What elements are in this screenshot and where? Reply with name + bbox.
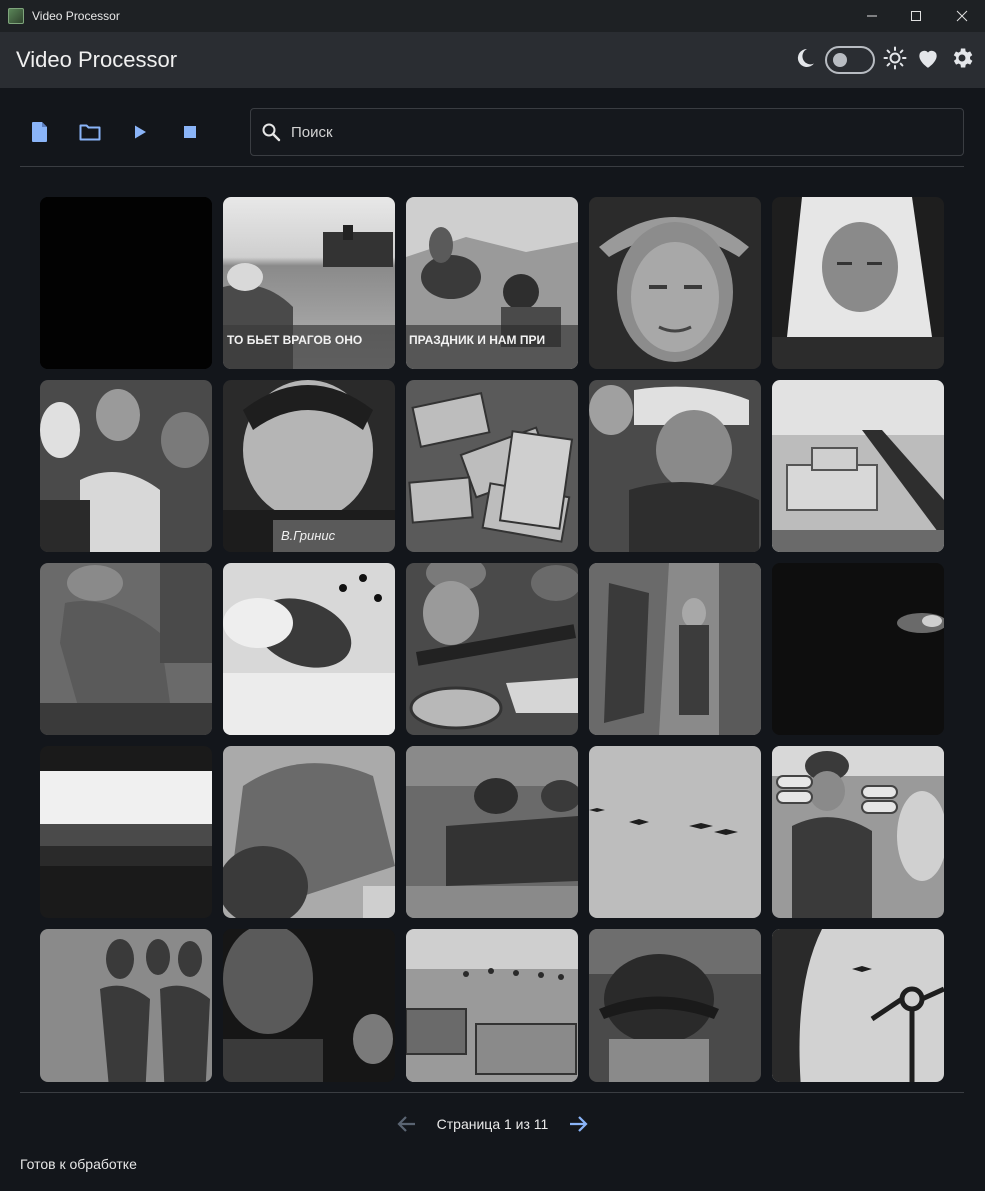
thumbnail-15[interactable] xyxy=(772,563,944,735)
stop-icon xyxy=(184,126,196,138)
thumbnail-6[interactable] xyxy=(40,380,212,552)
folder-icon xyxy=(79,124,101,141)
thumbnail-1[interactable] xyxy=(40,197,212,369)
thumbnail-20[interactable] xyxy=(772,746,944,918)
thumbnail-21[interactable] xyxy=(40,929,212,1082)
maximize-button[interactable] xyxy=(893,0,939,32)
thumbnail-13[interactable] xyxy=(406,563,578,735)
next-page-button[interactable] xyxy=(566,1112,590,1136)
bottom-divider xyxy=(20,1092,964,1093)
close-button[interactable] xyxy=(939,0,985,32)
window-titlebar: Video Processor xyxy=(0,0,985,33)
thumbnail-12[interactable] xyxy=(223,563,395,735)
thumbnail-23[interactable] xyxy=(406,929,578,1082)
arrow-left-icon xyxy=(397,1116,415,1132)
open-folder-button[interactable] xyxy=(70,112,110,152)
thumbnail-16[interactable] xyxy=(40,746,212,918)
pagination: Страница 1 из 11 xyxy=(0,1108,985,1140)
gear-icon[interactable] xyxy=(949,45,975,76)
maximize-icon xyxy=(911,11,921,21)
search-input[interactable] xyxy=(289,122,913,142)
status-text: Готов к обработке xyxy=(20,1156,137,1172)
thumbnail-18[interactable] xyxy=(406,746,578,918)
app-title: Video Processor xyxy=(16,47,178,72)
search-box[interactable] xyxy=(250,108,964,156)
thumbnail-14[interactable] xyxy=(589,563,761,735)
thumbnail-17[interactable] xyxy=(223,746,395,918)
thumbnail-3[interactable]: ПРАЗДНИК И НАМ ПРИ xyxy=(406,197,578,369)
thumbnail-2[interactable]: ТО БЬЕТ ВРАГОВ ОНО xyxy=(223,197,395,369)
thumbnail-9[interactable] xyxy=(589,380,761,552)
thumbnail-24[interactable] xyxy=(589,929,761,1082)
heart-icon[interactable] xyxy=(915,45,941,76)
top-divider xyxy=(20,166,964,167)
previous-page-button[interactable] xyxy=(395,1112,419,1136)
thumbnail-7[interactable]: В.Гринис xyxy=(223,380,395,552)
theme-toggle[interactable] xyxy=(825,46,875,74)
thumbnail-4[interactable] xyxy=(589,197,761,369)
search-icon xyxy=(261,122,281,142)
thumbnail-8[interactable] xyxy=(406,380,578,552)
toggle-knob xyxy=(833,53,847,67)
thumbnail-5[interactable] xyxy=(772,197,944,369)
thumbnail-11[interactable] xyxy=(40,563,212,735)
app-header: Video Processor xyxy=(0,32,985,88)
arrow-right-icon xyxy=(570,1116,588,1132)
thumbnail-grid: ТО БЬЕТ ВРАГОВ ОНО ПРАЗДНИК И НАМ ПРИ В.… xyxy=(40,197,944,1082)
page-indicator: Страница 1 из 11 xyxy=(436,1116,549,1132)
file-icon xyxy=(32,122,47,142)
thumbnail-22[interactable] xyxy=(223,929,395,1082)
moon-icon[interactable] xyxy=(793,46,817,75)
minimize-button[interactable] xyxy=(849,0,895,32)
thumbnail-19[interactable] xyxy=(589,746,761,918)
window-title: Video Processor xyxy=(32,9,120,23)
thumbnail-caption: ТО БЬЕТ ВРАГОВ ОНО xyxy=(227,333,363,347)
stop-button[interactable] xyxy=(170,112,210,152)
thumbnail-10[interactable] xyxy=(772,380,944,552)
thumbnail-25[interactable] xyxy=(772,929,944,1082)
play-button[interactable] xyxy=(120,112,160,152)
close-icon xyxy=(956,10,968,22)
minimize-icon xyxy=(867,15,877,17)
thumbnail-caption: ПРАЗДНИК И НАМ ПРИ xyxy=(409,333,546,347)
header-tools xyxy=(793,32,975,88)
sun-icon[interactable] xyxy=(883,46,907,75)
thumbnail-caption: В.Гринис xyxy=(281,528,336,543)
app-logo-icon xyxy=(8,8,24,24)
play-icon xyxy=(135,125,146,139)
open-file-button[interactable] xyxy=(20,112,60,152)
